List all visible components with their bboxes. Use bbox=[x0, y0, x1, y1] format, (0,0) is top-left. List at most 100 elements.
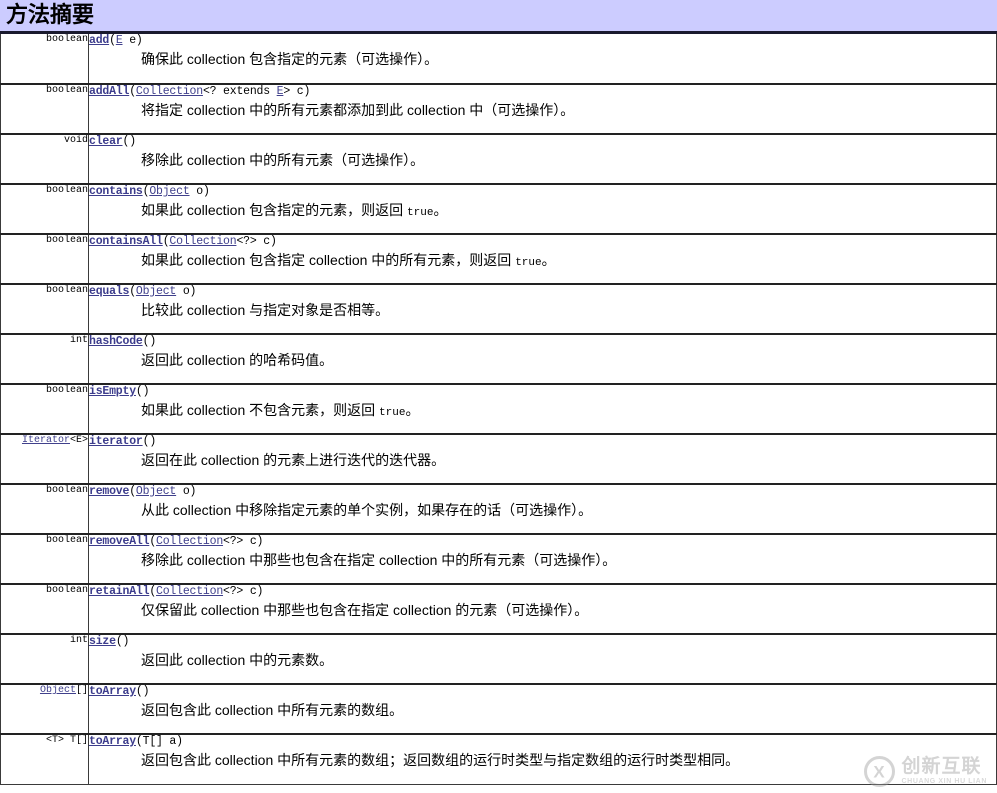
paren-close: ) bbox=[142, 685, 150, 698]
return-type-label: boolean bbox=[45, 34, 88, 45]
return-type-cell: boolean bbox=[0, 383, 89, 435]
param-type-link[interactable]: Object bbox=[136, 285, 176, 298]
method-description: 返回在此 collection 的元素上进行迭代的迭代器。 bbox=[141, 452, 996, 470]
table-row: boolean retainAll(Collection<?> c) 仅保留此 co… bbox=[0, 583, 997, 635]
return-type-label: <T> T[] bbox=[45, 735, 88, 746]
paren-open: ( bbox=[129, 85, 136, 98]
method-name-link[interactable]: containsAll bbox=[89, 235, 163, 248]
method-description: 从此 collection 中移除指定元素的单个实例，如果存在的话（可选操作）。 bbox=[141, 502, 996, 520]
return-type-label: boolean bbox=[45, 535, 88, 546]
param-type-link[interactable]: Collection bbox=[136, 85, 203, 98]
method-name-link[interactable]: equals bbox=[89, 285, 129, 298]
paren-close: ) bbox=[142, 385, 150, 398]
method-name-link[interactable]: addAll bbox=[89, 85, 129, 98]
method-signature: addAll(Collection<? extends E> c) bbox=[89, 85, 996, 99]
table-row: Iterator<E> iterator() 返回在此 collection 的元素… bbox=[0, 433, 997, 485]
param-type-link[interactable]: Collection bbox=[169, 235, 236, 248]
method-signature: contains(Object o) bbox=[89, 185, 996, 199]
paren-open: ( bbox=[135, 735, 143, 748]
method-name-link[interactable]: isEmpty bbox=[89, 385, 136, 398]
param-type-link[interactable]: Object bbox=[149, 185, 189, 198]
method-name-link[interactable]: contains bbox=[89, 185, 143, 198]
method-cell: containsAll(Collection<?> c) 如果此 collecti… bbox=[88, 233, 997, 285]
return-type-link[interactable]: Object bbox=[40, 686, 76, 696]
paren-open: ( bbox=[135, 685, 143, 698]
method-signature: retainAll(Collection<?> c) bbox=[89, 585, 996, 599]
method-signature: hashCode() bbox=[89, 335, 996, 349]
description-text: 返回在此 collection 的元素上进行迭代的迭代器。 bbox=[141, 452, 446, 469]
return-type-label: boolean bbox=[45, 185, 88, 196]
page-title: 方法摘要 bbox=[6, 1, 95, 27]
method-description: 将指定 collection 中的所有元素都添加到此 collection 中（… bbox=[141, 102, 996, 120]
method-cell: equals(Object o) 比较此 collection 与指定对象是否相等… bbox=[88, 283, 997, 335]
param-type-link[interactable]: Collection bbox=[156, 585, 223, 598]
method-cell: iterator() 返回在此 collection 的元素上进行迭代的迭代器。 bbox=[88, 433, 997, 485]
method-cell: hashCode() 返回此 collection 的哈希码值。 bbox=[88, 333, 997, 385]
method-name-link[interactable]: iterator bbox=[89, 435, 143, 448]
method-name-link[interactable]: removeAll bbox=[89, 535, 150, 548]
method-name-link[interactable]: size bbox=[89, 635, 116, 648]
description-text: 比较此 collection 与指定对象是否相等。 bbox=[141, 302, 390, 319]
param-type-link[interactable]: Collection bbox=[156, 535, 223, 548]
paren-open: ( bbox=[109, 34, 116, 47]
description-text: 确保此 collection 包含指定的元素（可选操作）。 bbox=[141, 51, 439, 68]
description-text: 移除此 collection 中的所有元素（可选操作）。 bbox=[141, 152, 425, 169]
return-type-cell: int bbox=[0, 633, 89, 685]
description-text: 从此 collection 中移除指定元素的单个实例，如果存在的话（可选操作）。 bbox=[141, 502, 593, 519]
param-type-generic: T[] bbox=[142, 735, 163, 748]
method-signature: add(E e) bbox=[89, 34, 996, 48]
description-text: 移除此 collection 中那些也包含在指定 collection 中的所有… bbox=[141, 552, 617, 569]
paren-open: ( bbox=[115, 635, 123, 648]
table-row: boolean contains(Object o) 如果此 collection … bbox=[0, 183, 997, 235]
method-signature: removeAll(Collection<?> c) bbox=[89, 535, 996, 549]
return-type-cell: <T> T[] bbox=[0, 733, 89, 785]
param-name: c bbox=[243, 535, 257, 548]
description-code-literal: true bbox=[407, 207, 434, 220]
table-row: boolean addAll(Collection<? extends E> c)… bbox=[0, 83, 997, 135]
return-type-label: boolean bbox=[45, 285, 88, 296]
paren-open: ( bbox=[129, 285, 136, 298]
method-signature: size() bbox=[89, 635, 996, 649]
table-row: int hashCode() 返回此 collection 的哈希码值。 bbox=[0, 333, 997, 385]
method-cell: size() 返回此 collection 中的元素数。 bbox=[88, 633, 997, 685]
description-text: 将指定 collection 中的所有元素都添加到此 collection 中（… bbox=[141, 102, 575, 119]
method-name-link[interactable]: add bbox=[89, 34, 109, 47]
description-text: 返回包含此 collection 中所有元素的数组；返回数组的运行时类型与指定数… bbox=[141, 752, 740, 769]
param-type-link[interactable]: E bbox=[116, 34, 123, 47]
return-type-label: int bbox=[69, 635, 88, 646]
method-summary-table: boolean add(E e) 确保此 collection 包含指定的元素（可选… bbox=[0, 34, 997, 785]
param-name: e bbox=[122, 34, 136, 47]
return-type-suffix: [] bbox=[75, 685, 88, 696]
param-type-link[interactable]: Object bbox=[136, 485, 176, 498]
method-cell: isEmpty() 如果此 collection 不包含元素，则返回 true。 bbox=[88, 383, 997, 435]
method-name-link[interactable]: toArray bbox=[89, 685, 136, 698]
return-type-link[interactable]: Iterator bbox=[22, 436, 70, 446]
method-name-link[interactable]: remove bbox=[89, 485, 129, 498]
method-signature: isEmpty() bbox=[89, 385, 996, 399]
return-type-label: boolean bbox=[45, 85, 88, 96]
method-description: 移除此 collection 中的所有元素（可选操作）。 bbox=[141, 152, 996, 170]
description-text-after: 。 bbox=[433, 202, 448, 219]
method-name-link[interactable]: toArray bbox=[89, 735, 136, 748]
param-name: c bbox=[243, 585, 257, 598]
description-text: 返回此 collection 的哈希码值。 bbox=[141, 352, 334, 369]
method-description: 仅保留此 collection 中那些也包含在指定 collection 的元素… bbox=[141, 602, 996, 620]
method-name-link[interactable]: hashCode bbox=[89, 335, 143, 348]
method-name-link[interactable]: retainAll bbox=[89, 585, 150, 598]
method-summary-header: 方法摘要 bbox=[0, 0, 997, 34]
return-type-cell: boolean bbox=[0, 183, 89, 235]
return-type-cell: Object[] bbox=[0, 683, 89, 735]
return-type-cell: void bbox=[0, 133, 89, 185]
method-name-link[interactable]: clear bbox=[89, 135, 123, 148]
paren-close: ) bbox=[122, 635, 130, 648]
method-signature: toArray() bbox=[89, 685, 996, 699]
method-cell: add(E e) 确保此 collection 包含指定的元素（可选操作）。 bbox=[88, 34, 997, 85]
paren-close: ) bbox=[202, 185, 210, 198]
description-text: 返回包含此 collection 中所有元素的数组。 bbox=[141, 702, 404, 719]
param-type-generic: <?> bbox=[223, 585, 244, 598]
paren-close: ) bbox=[189, 285, 197, 298]
return-type-label: void bbox=[63, 135, 88, 146]
param-name: c bbox=[290, 85, 304, 98]
paren-open: ( bbox=[129, 485, 136, 498]
return-type-label: boolean bbox=[45, 585, 88, 596]
